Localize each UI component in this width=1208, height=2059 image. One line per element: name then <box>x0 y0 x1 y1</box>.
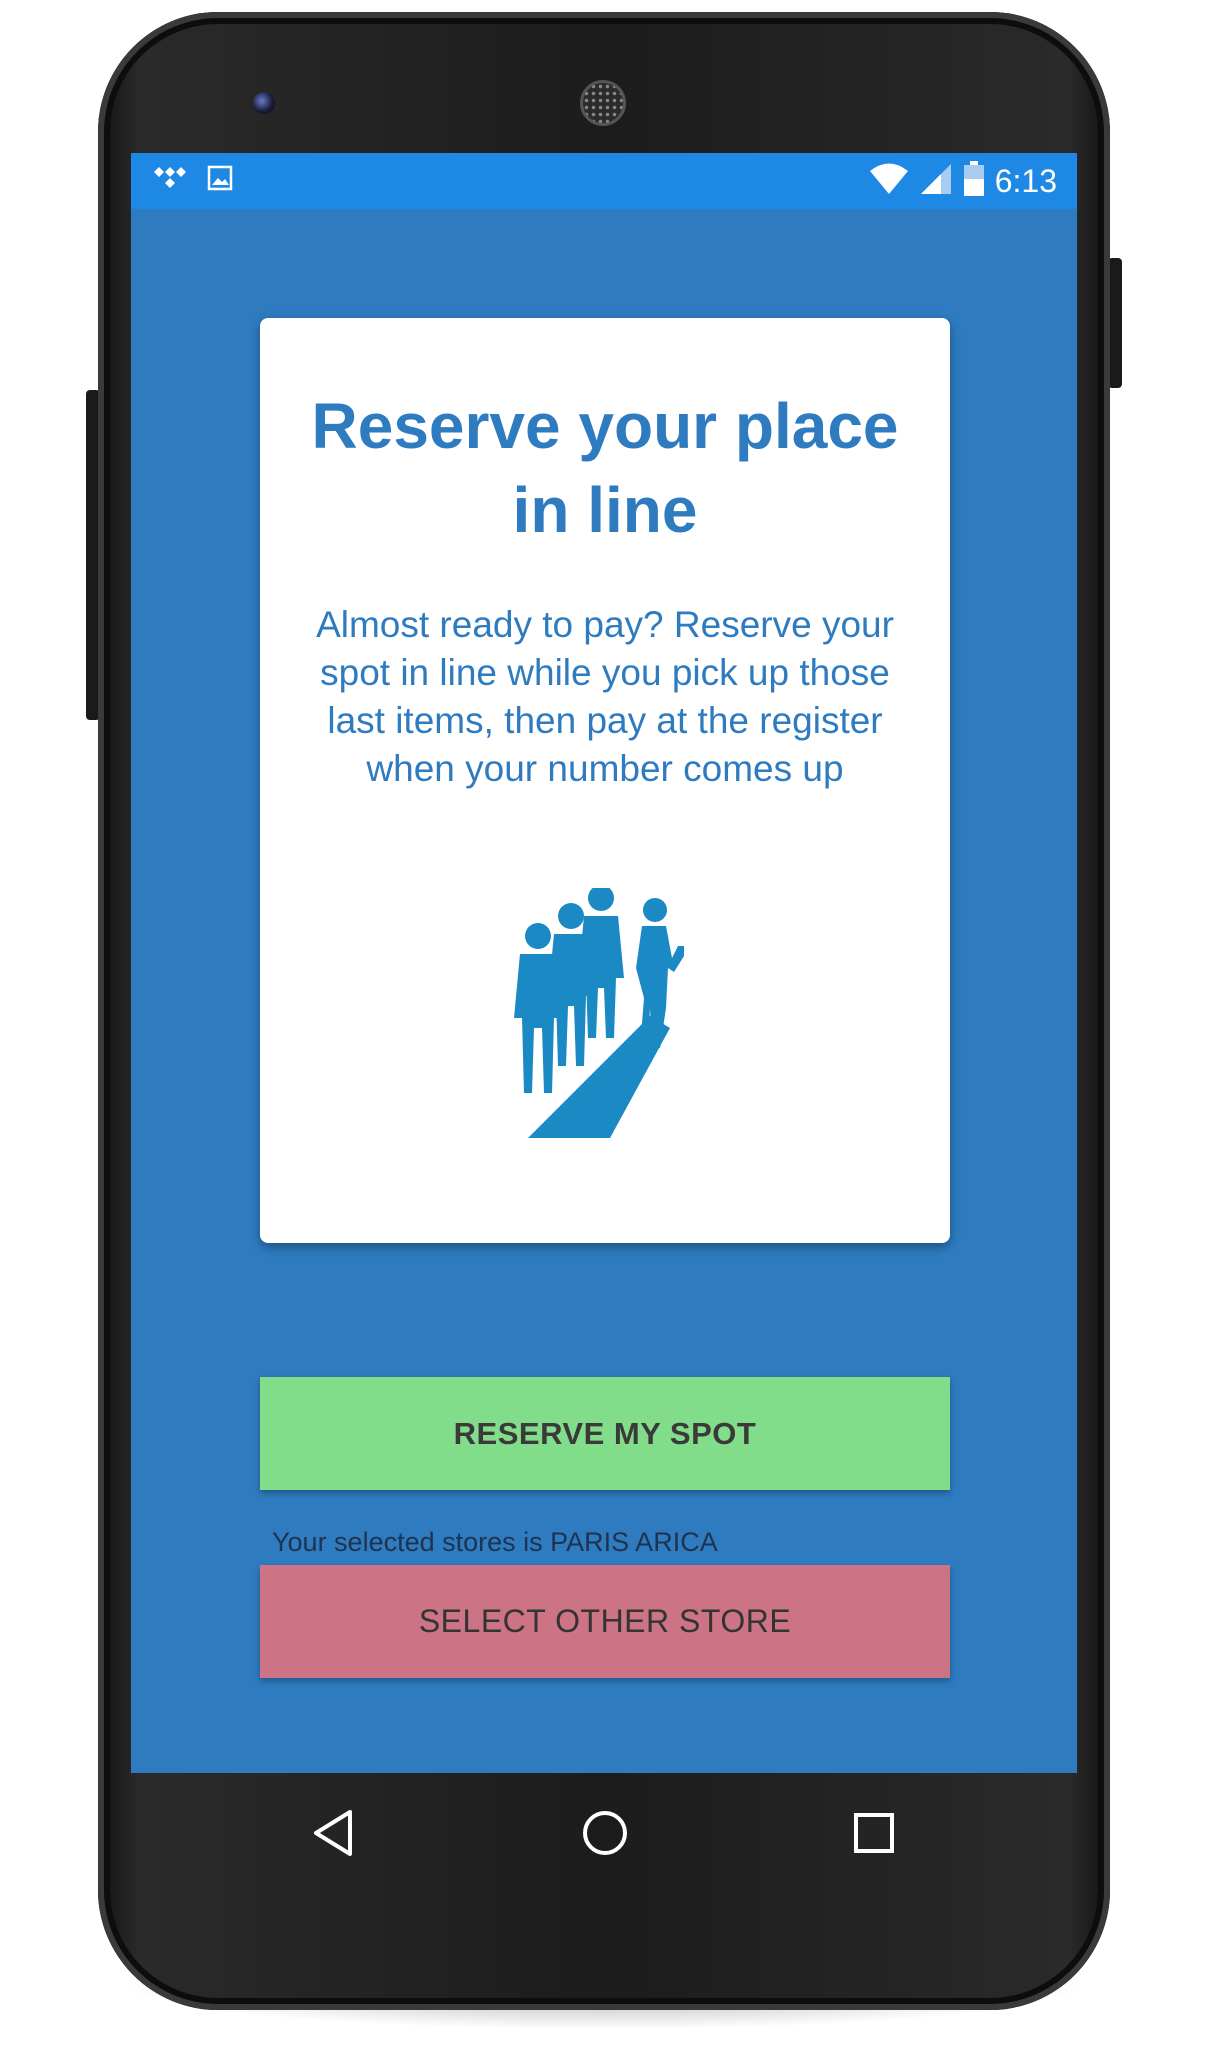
reserve-card: Reserve your place in line Almost ready … <box>260 318 950 1243</box>
earpiece-speaker <box>580 80 626 126</box>
home-icon[interactable] <box>575 1803 635 1863</box>
selected-store-text: Your selected stores is PARIS ARICA <box>272 1527 718 1557</box>
reserve-my-spot-button[interactable]: RESERVE MY SPOT <box>260 1377 950 1490</box>
system-navigation-bar <box>131 1773 1077 1893</box>
people-in-line-icon <box>500 885 720 1138</box>
front-camera <box>253 92 275 114</box>
clock: 6:13 <box>994 163 1057 199</box>
status-bar-notifications <box>153 165 233 196</box>
card-title: Reserve your place in line <box>311 390 899 546</box>
battery-icon <box>963 161 985 202</box>
status-bar-system: 6:13 <box>869 161 1057 202</box>
signal-icon <box>919 162 953 201</box>
select-other-store-button[interactable]: SELECT OTHER STORE <box>260 1565 950 1678</box>
back-icon[interactable] <box>303 1803 363 1863</box>
power-button <box>1108 258 1122 388</box>
wifi-icon <box>869 162 909 201</box>
app-screen: 6:13 Reserve your place in line Almost r… <box>131 153 1077 1773</box>
image-icon <box>207 165 233 196</box>
device-stage: 6:13 Reserve your place in line Almost r… <box>0 0 1208 2059</box>
card-description: Almost ready to pay? Reserve your spot i… <box>316 604 894 789</box>
status-bar: 6:13 <box>131 153 1077 209</box>
recents-icon[interactable] <box>844 1803 904 1863</box>
tidal-icon <box>153 165 187 196</box>
